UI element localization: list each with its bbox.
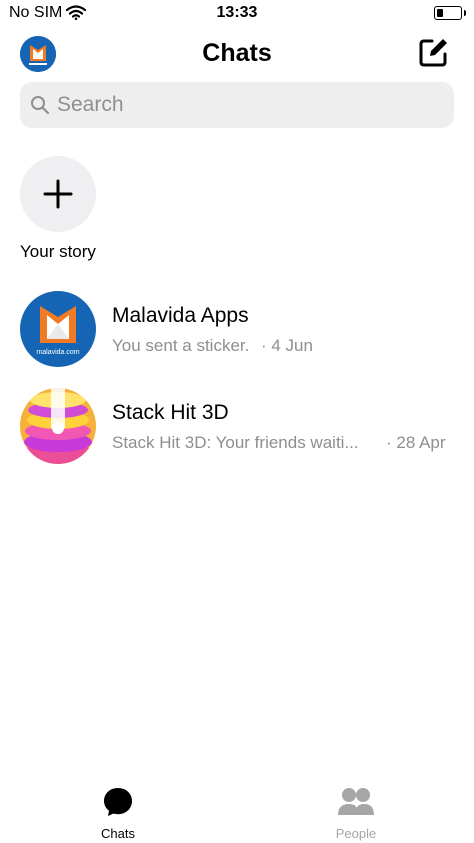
- chat-name: Stack Hit 3D: [112, 401, 229, 424]
- tab-chats[interactable]: Chats: [58, 785, 178, 841]
- chat-avatar: malavida.com: [20, 291, 96, 367]
- chat-date: · 4 Jun: [261, 336, 313, 355]
- clock: 13:33: [216, 4, 258, 21]
- add-story-button[interactable]: [20, 156, 96, 232]
- avatar-brand-text: malavida.com: [36, 349, 79, 356]
- chat-avatar: [20, 388, 96, 464]
- chat-preview: Stack Hit 3D: Your friends waiti...: [112, 433, 359, 452]
- search-input[interactable]: Search: [57, 93, 124, 117]
- compose-icon: [419, 39, 447, 67]
- search-icon: [30, 95, 50, 120]
- search-bar[interactable]: Search: [20, 82, 454, 128]
- chat-row-malavida[interactable]: malavida.com Malavida Apps You sent a st…: [0, 291, 474, 371]
- tab-chats-label: Chats: [101, 826, 135, 841]
- tab-bar: Chats People: [0, 785, 474, 843]
- page-title: Chats: [202, 39, 272, 67]
- compose-button[interactable]: [416, 36, 450, 70]
- chat-date: · 28 Apr: [386, 433, 446, 452]
- chat-bubble-icon: [104, 788, 132, 816]
- battery-icon: [434, 6, 466, 20]
- tab-people[interactable]: People: [296, 785, 416, 841]
- chat-row-stack-hit[interactable]: Stack Hit 3D Stack Hit 3D: Your friends …: [0, 388, 474, 468]
- malavida-logo-icon: malavida.com: [20, 291, 96, 367]
- plus-icon: [43, 179, 73, 209]
- people-icon: [338, 788, 374, 815]
- tab-people-label: People: [335, 826, 377, 841]
- your-story-button[interactable]: [20, 156, 96, 232]
- header: Chats: [0, 30, 474, 78]
- chat-preview: You sent a sticker.: [112, 336, 250, 355]
- stack-hit-game-icon: [20, 388, 96, 464]
- story-label: Your story: [20, 242, 96, 261]
- status-bar: No SIM 13:33: [0, 0, 474, 28]
- chat-name: Malavida Apps: [112, 304, 249, 327]
